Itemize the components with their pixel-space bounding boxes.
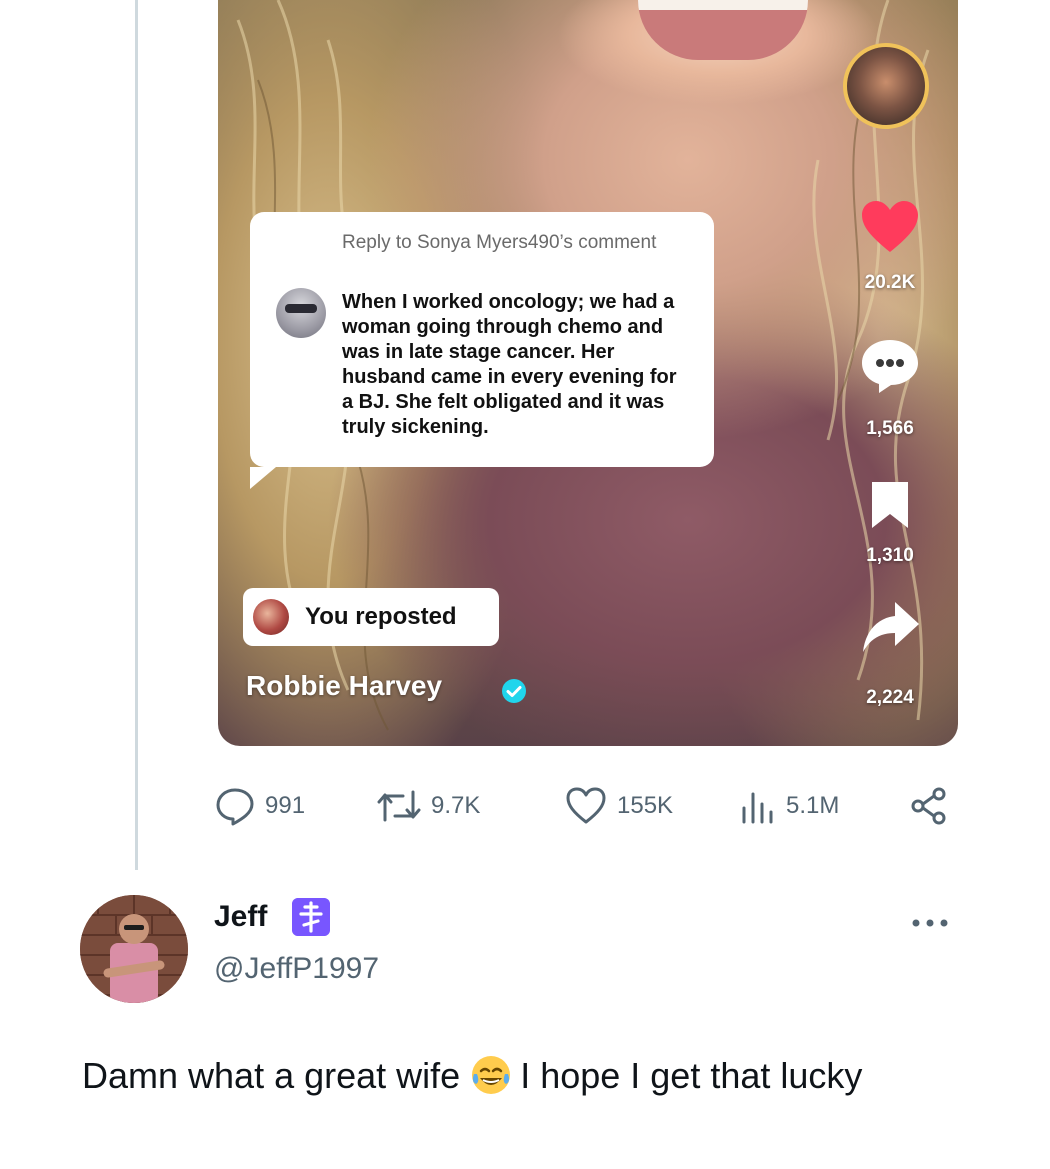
retweet-action[interactable]: 9.7K: [377, 783, 480, 829]
bookmark-count: 1,310: [866, 545, 914, 566]
avatar-photo: [80, 895, 188, 1003]
more-options-icon[interactable]: [906, 915, 954, 931]
reposted-pill[interactable]: You reposted: [243, 588, 499, 646]
reply-text: Damn what a great wife I hope I get that …: [82, 1046, 982, 1106]
reply-author-name[interactable]: Jeff: [214, 900, 267, 934]
share-nodes-icon: [911, 787, 946, 825]
comment-text: When I worked oncology; we had a woman g…: [342, 291, 677, 438]
comment-bubble-icon[interactable]: [859, 338, 921, 394]
reply-comment-bubble: Reply to Sonya Myers490’s comment When I…: [250, 212, 714, 489]
verified-badge-icon: [502, 679, 526, 703]
comment-count: 1,566: [866, 418, 914, 439]
retweet-icon: [377, 790, 421, 822]
reply-action[interactable]: 991: [215, 783, 305, 829]
reply-count: 991: [265, 792, 306, 819]
face-with-tears-of-joy-icon: [472, 1056, 511, 1094]
share-count: 2,224: [866, 687, 914, 708]
creator-avatar[interactable]: [843, 43, 929, 129]
like-heart-icon[interactable]: [860, 200, 920, 254]
views-bar-chart-icon: [742, 792, 773, 824]
retweet-count: 9.7K: [431, 792, 481, 819]
video-author-name[interactable]: Robbie Harvey: [246, 670, 442, 702]
like-count-tweet: 155K: [617, 792, 674, 819]
share-arrow-icon[interactable]: [861, 600, 921, 656]
reply-text-after-emoji: I hope I get that lucky: [520, 1055, 863, 1096]
reposted-label: You reposted: [305, 603, 457, 630]
reply-text-before-emoji: Damn what a great wife: [82, 1055, 461, 1096]
like-heart-outline-icon: [566, 787, 606, 824]
reply-to-label: Reply to Sonya Myers490’s comment: [342, 232, 657, 253]
orthodox-cross-icon: [292, 898, 330, 936]
reply-author-avatar[interactable]: [80, 895, 188, 1003]
reposter-avatar: [253, 599, 289, 635]
share-action[interactable]: [909, 783, 949, 829]
views-action[interactable]: 5.1M: [740, 783, 839, 829]
reply-bubble-icon: [216, 788, 254, 826]
tweet-action-bar: 991 9.7K 155K 5.1M: [215, 783, 960, 829]
bookmark-icon[interactable]: [868, 480, 912, 530]
like-action[interactable]: 155K: [565, 783, 673, 829]
like-count: 20.2K: [864, 272, 916, 293]
embedded-video[interactable]: Reply to Sonya Myers490’s comment When I…: [218, 0, 958, 746]
reply-author-handle[interactable]: @JeffP1997: [214, 952, 379, 986]
thread-line: [135, 0, 138, 870]
commenter-avatar: [276, 288, 326, 338]
views-count: 5.1M: [786, 792, 840, 819]
